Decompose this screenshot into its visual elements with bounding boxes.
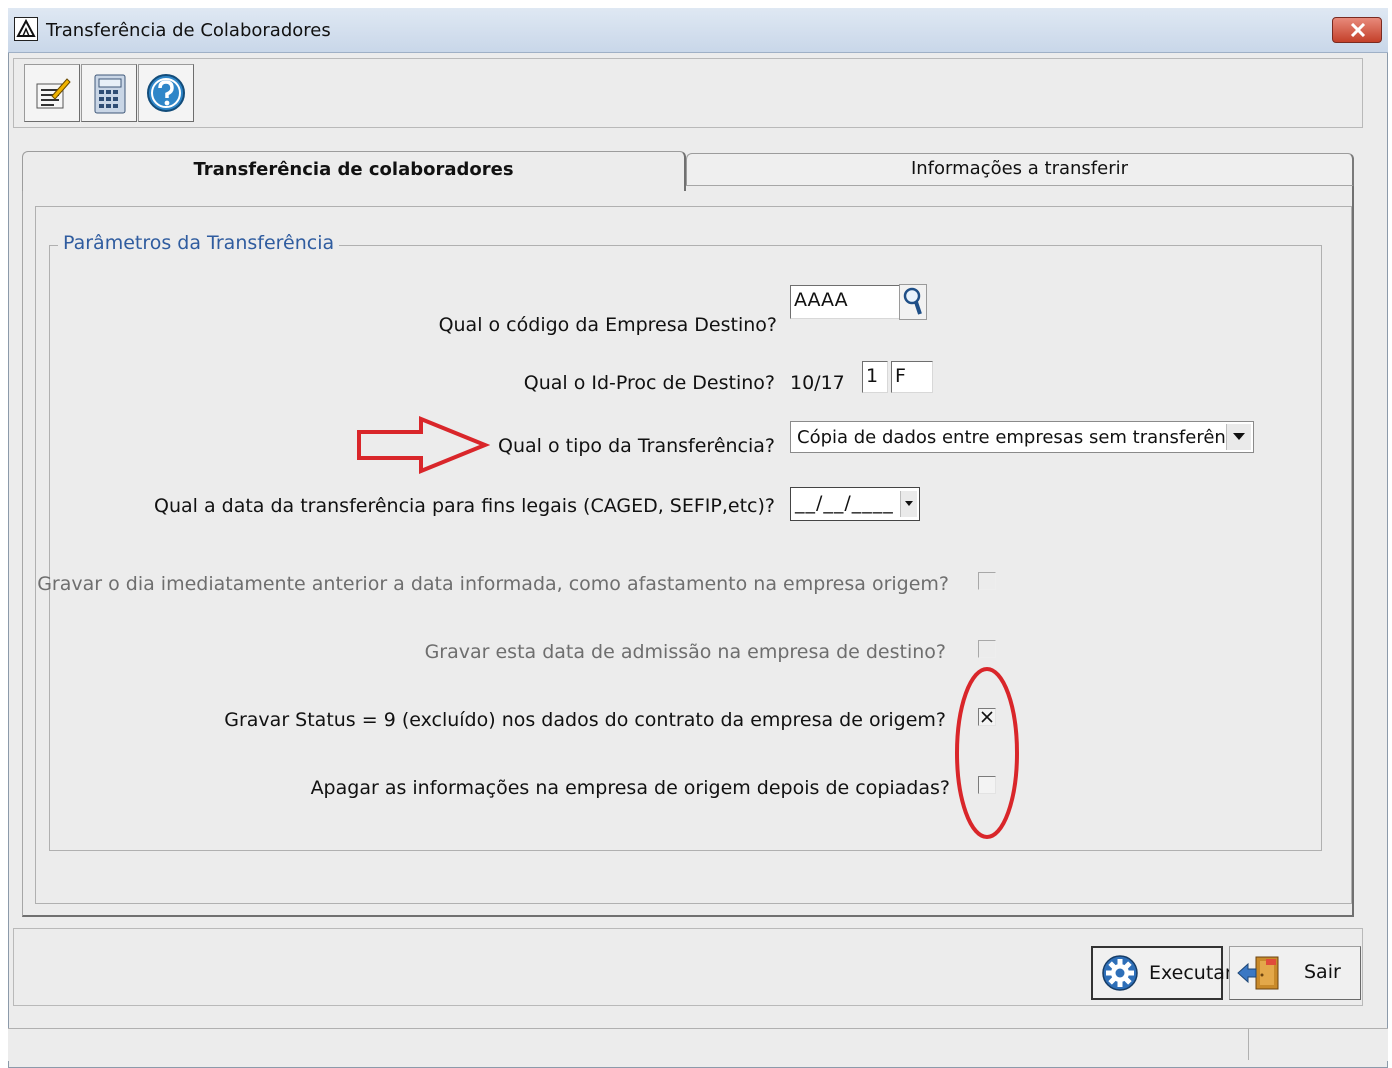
empresa-destino-label: Qual o código da Empresa Destino? (438, 314, 777, 336)
sair-label: Sair (1304, 961, 1341, 983)
magnifier-icon (899, 284, 927, 320)
chk1-label: Gravar o dia imediatamente anterior a da… (37, 573, 949, 595)
tab-informacoes[interactable]: Informações a transferir (686, 153, 1354, 185)
lookup-button[interactable] (899, 284, 927, 320)
data-transferencia-label: Qual a data da transferência para fins l… (154, 495, 775, 517)
tab-transferencia[interactable]: Transferência de colaboradores (22, 151, 686, 191)
toolbar (13, 58, 1363, 128)
edit-notes-icon (36, 78, 71, 109)
calculator-icon (94, 74, 126, 114)
check-x-icon (981, 711, 993, 723)
help-button[interactable] (138, 64, 194, 122)
data-transferencia-value: __/__/____ (795, 492, 894, 514)
edit-button[interactable] (24, 64, 80, 122)
chk4-label: Apagar as informações na empresa de orig… (310, 777, 950, 799)
idproc-number-input[interactable]: 1 (862, 361, 888, 393)
close-button[interactable] (1332, 17, 1382, 43)
chk2-checkbox[interactable] (978, 640, 996, 658)
chk1-checkbox[interactable] (978, 572, 996, 590)
sair-button[interactable]: Sair (1229, 946, 1361, 1000)
app-logo-icon (14, 17, 38, 41)
chevron-down-icon (1233, 433, 1245, 440)
calculator-button[interactable] (81, 64, 137, 122)
chk2-label: Gravar esta data de admissão na empresa … (424, 641, 946, 663)
close-icon (1350, 23, 1366, 37)
chk3-checkbox[interactable] (978, 708, 996, 726)
idproc-letter-input[interactable]: F (891, 361, 933, 393)
window-title: Transferência de Colaboradores (46, 20, 331, 41)
idproc-prefix: 10/17 (790, 372, 845, 394)
date-dropdown-button[interactable] (900, 491, 917, 517)
status-separator (1248, 1028, 1249, 1060)
executar-button[interactable]: Executar (1091, 946, 1233, 1000)
data-transferencia-input[interactable]: __/__/____ (790, 487, 920, 521)
tab-informacoes-label: Informações a transferir (910, 158, 1129, 179)
tipo-transferencia-value: Cópia de dados entre empresas sem transf… (797, 427, 1252, 448)
idproc-label: Qual o Id-Proc de Destino? (523, 372, 775, 394)
gear-icon (1102, 955, 1138, 991)
exit-door-icon (1237, 956, 1279, 990)
status-bar (8, 1028, 1388, 1061)
chk4-checkbox[interactable] (978, 776, 996, 794)
chk3-label: Gravar Status = 9 (excluído) nos dados d… (224, 709, 946, 731)
chevron-down-icon (905, 501, 913, 506)
title-bar: Transferência de Colaboradores (8, 8, 1388, 53)
tipo-transferencia-select[interactable]: Cópia de dados entre empresas sem transf… (790, 421, 1254, 453)
empresa-destino-input[interactable]: AAAA (790, 285, 900, 319)
tipo-transferencia-label: Qual o tipo da Transferência? (498, 435, 775, 457)
dropdown-button[interactable] (1226, 424, 1251, 450)
tab-transferencia-label: Transferência de colaboradores (193, 159, 514, 180)
executar-label: Executar (1149, 962, 1233, 984)
group-title: Parâmetros da Transferência (58, 232, 340, 254)
help-icon (147, 74, 185, 112)
